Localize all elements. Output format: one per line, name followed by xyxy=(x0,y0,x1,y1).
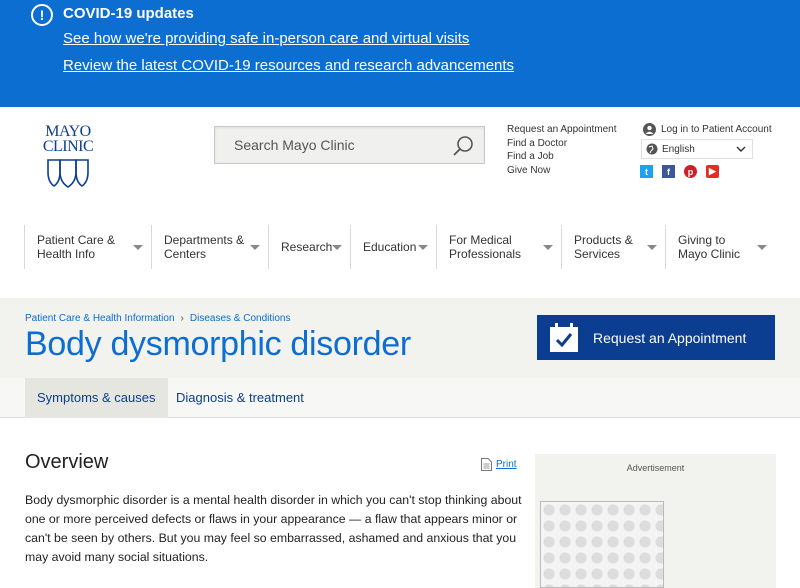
quick-links: Request an Appointment Find a Doctor Fin… xyxy=(507,123,617,177)
overview-paragraph: Body dysmorphic disorder is a mental hea… xyxy=(25,493,522,564)
nav-label: Departments & Centers xyxy=(164,233,244,261)
social-links: t f p ▶ xyxy=(640,165,719,178)
nav-departments[interactable]: Departments & Centers xyxy=(151,225,268,269)
main-nav: Patient Care & Health Info Departments & C… xyxy=(24,225,776,269)
nav-education[interactable]: Education xyxy=(350,225,436,269)
pinterest-icon[interactable]: p xyxy=(684,165,697,178)
covid-care-link[interactable]: See how we're providing safe in-person c… xyxy=(63,30,469,47)
covid-banner: ! COVID-19 updates See how we're providi… xyxy=(0,0,800,107)
covid-title: COVID-19 updates xyxy=(63,5,194,22)
calendar-check-icon xyxy=(550,322,578,352)
print-label: Print xyxy=(496,459,517,470)
caret-down-icon xyxy=(332,245,342,250)
nav-line: For Medical xyxy=(449,233,512,247)
search-icon xyxy=(453,136,473,156)
nav-line: Mayo Clinic xyxy=(678,247,741,261)
nav-line: Professionals xyxy=(449,247,522,261)
nav-label: Research xyxy=(281,240,333,254)
nav-line: Giving to xyxy=(678,233,726,247)
nav-research[interactable]: Research xyxy=(268,225,350,269)
logo-text-mayo: MAYO xyxy=(45,123,91,140)
youtube-icon[interactable]: ▶ xyxy=(706,165,719,178)
breadcrumb-patient-care[interactable]: Patient Care & Health Information xyxy=(25,313,175,324)
nav-label: Giving to Mayo Clinic xyxy=(678,233,740,261)
nav-label: For Medical Professionals xyxy=(449,233,521,261)
nav-label: Education xyxy=(363,240,417,254)
breadcrumb-separator: › xyxy=(180,313,184,324)
chevron-down-icon xyxy=(736,146,746,152)
language-selected: English xyxy=(662,143,695,155)
section-title: Overview xyxy=(25,451,109,473)
breadcrumb: Patient Care & Health Information › Dise… xyxy=(25,313,290,324)
twitter-icon[interactable]: t xyxy=(640,165,653,178)
facebook-icon[interactable]: f xyxy=(662,165,675,178)
nav-line: Patient Care & xyxy=(37,233,116,247)
covid-resources-link[interactable]: Review the latest COVID-19 resources and… xyxy=(63,57,514,74)
nav-giving[interactable]: Giving to Mayo Clinic xyxy=(665,225,775,269)
caret-down-icon xyxy=(418,245,428,250)
nav-label: Products & Services xyxy=(574,233,633,261)
give-now-link[interactable]: Give Now xyxy=(507,164,617,178)
content-tabs: Symptoms & causes Diagnosis & treatment xyxy=(0,378,800,418)
advertisement-panel: Advertisement xyxy=(535,454,776,588)
mayo-clinic-logo[interactable]: MAYO CLINIC xyxy=(36,124,100,188)
nav-line: Health Info xyxy=(37,247,96,261)
patient-account-label: Log in to Patient Account xyxy=(661,124,772,135)
nav-medical-professionals[interactable]: For Medical Professionals xyxy=(436,225,561,269)
request-appointment-link[interactable]: Request an Appointment xyxy=(507,123,617,137)
nav-line: Services xyxy=(574,247,621,261)
tab-diagnosis-treatment[interactable]: Diagnosis & treatment xyxy=(164,378,316,418)
nav-line: Centers xyxy=(164,247,207,261)
caret-down-icon xyxy=(647,245,657,250)
language-select[interactable]: English xyxy=(641,139,753,159)
search-button[interactable] xyxy=(452,134,476,158)
find-job-link[interactable]: Find a Job xyxy=(507,150,617,164)
nav-products-services[interactable]: Products & Services xyxy=(561,225,665,269)
alert-icon: ! xyxy=(31,4,53,26)
find-doctor-link[interactable]: Find a Doctor xyxy=(507,137,617,151)
print-link[interactable]: Print xyxy=(481,458,517,471)
patient-account-link[interactable]: Log in to Patient Account xyxy=(643,123,772,136)
caret-down-icon xyxy=(543,245,553,250)
advertisement-image[interactable] xyxy=(540,501,664,588)
document-icon xyxy=(481,458,492,471)
nav-label: Patient Care & Health Info xyxy=(37,233,115,261)
nav-line: Products & xyxy=(574,233,633,247)
nav-line: Departments & xyxy=(164,233,245,247)
search-box xyxy=(214,126,485,164)
user-icon xyxy=(643,123,656,136)
page-title: Body dysmorphic disorder xyxy=(25,325,411,363)
breadcrumb-diseases[interactable]: Diseases & Conditions xyxy=(190,313,291,324)
caret-down-icon xyxy=(133,245,143,250)
globe-icon xyxy=(646,143,658,155)
caret-down-icon xyxy=(250,245,260,250)
caret-down-icon xyxy=(757,245,767,250)
advertisement-label: Advertisement xyxy=(626,463,685,473)
request-appointment-button[interactable]: Request an Appointment xyxy=(537,315,775,360)
shield-logo-icon xyxy=(47,159,89,188)
logo-text-clinic: CLINIC xyxy=(42,138,94,155)
search-input[interactable] xyxy=(215,127,445,163)
nav-patient-care[interactable]: Patient Care & Health Info xyxy=(24,225,151,269)
tab-symptoms-causes[interactable]: Symptoms & causes xyxy=(25,378,168,418)
appointment-label: Request an Appointment xyxy=(593,329,747,346)
